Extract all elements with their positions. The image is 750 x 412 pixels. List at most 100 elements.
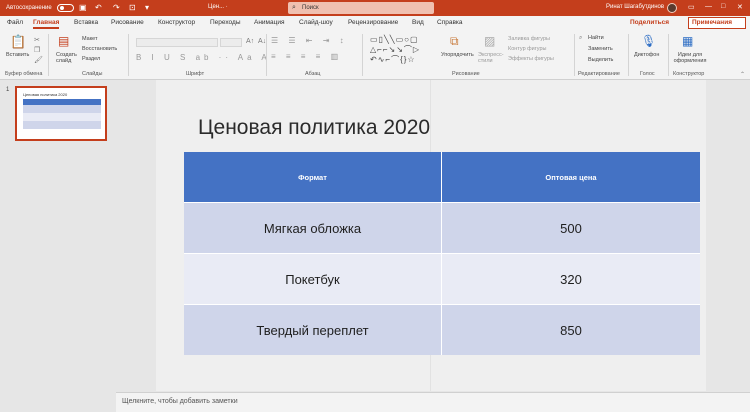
comments-button[interactable]: Примечания [688,17,746,29]
ribbon: 📋 Вставить ✂ ❐ 🖌 Буфер обмена ▤ Создать … [0,30,750,80]
tab-animations[interactable]: Анимация [254,19,285,26]
table-row: Твердый переплет 850 [184,304,700,355]
paragraph-group-label: Абзац [305,71,321,77]
quick-styles-icon[interactable]: ▨ [484,34,495,48]
font-size-decrease-icon[interactable]: A↓ [258,38,266,45]
designer-group-label: Конструктор [673,71,705,77]
thumbnail-table-row [23,113,101,121]
tab-review[interactable]: Рецензирование [348,19,398,26]
table-cell[interactable]: 850 [442,305,700,355]
slide-canvas[interactable]: Ценовая политика 2020 Формат Оптовая цен… [156,80,706,391]
font-name-field[interactable] [136,38,218,47]
clipboard-group-label: Буфер обмена [5,71,43,77]
font-size-field[interactable] [220,38,242,47]
present-icon[interactable]: ⊡ [129,3,136,12]
shape-effects-button[interactable]: Эффекты фигуры [508,56,554,62]
tab-transitions[interactable]: Переходы [210,19,241,26]
thumbnail-table-row [23,121,101,129]
collapse-ribbon-icon[interactable]: ⌃ [740,71,745,78]
paste-icon[interactable]: 📋 [10,34,26,50]
toggle-switch[interactable] [56,4,74,12]
notes-pane[interactable]: Щелкните, чтобы добавить заметки [116,392,750,412]
autosave-label: Автосохранение [6,5,52,11]
replace-button[interactable]: Заменить [588,46,613,52]
voice-group-label: Голос [640,71,655,77]
table-cell[interactable]: Мягкая обложка [184,203,442,253]
font-format-icons[interactable]: B I U S ab ·· Aa A [136,53,271,62]
list-icons[interactable]: ☰ ☰ ⇤ ⇥ ↕ [271,36,348,45]
slide-thumbnail[interactable]: Ценовая политика 2020 [15,86,107,141]
redo-icon[interactable]: ↷ [113,3,120,12]
dictate-button[interactable]: Диктофон [634,52,659,58]
user-name[interactable]: Ринат Шагабутдинов [606,4,664,10]
layout-button[interactable]: Макет [82,36,98,42]
slide-thumbnail-pane: 1 Ценовая политика 2020 [0,80,116,392]
close-icon[interactable]: ✕ [737,3,743,11]
customize-quick-access-icon[interactable]: ▾ [145,3,149,12]
shape-fill-button[interactable]: Заливка фигуры [508,36,550,42]
table-cell[interactable]: 500 [442,203,700,253]
tab-home[interactable]: Главная [33,19,60,29]
price-table[interactable]: Формат Оптовая цена Мягкая обложка 500 П… [184,152,700,355]
font-group-label: Шрифт [186,71,205,77]
ribbon-tabs: Файл Главная Вставка Рисование Конструкт… [0,16,750,30]
find-button[interactable]: Найти [588,35,604,41]
table-header-row: Формат Оптовая цена [184,152,700,202]
undo-icon[interactable]: ↶ [95,3,102,12]
table-cell[interactable]: Покетбук [184,254,442,304]
thumbnail-table-row [23,105,101,113]
share-button[interactable]: Поделиться [630,18,669,28]
search-box[interactable]: ⌕ Поиск [288,2,434,14]
paste-button[interactable]: Вставить [6,52,29,58]
table-header-cell[interactable]: Оптовая цена [442,152,700,202]
avatar[interactable] [667,3,677,13]
editing-group-label: Редактирование [578,71,620,77]
copy-icon[interactable]: ❐ [34,46,40,54]
ribbon-display-icon[interactable]: ▭ [688,3,695,11]
table-cell[interactable]: Твердый переплет [184,305,442,355]
slide-editor: Ценовая политика 2020 Формат Оптовая цен… [116,80,750,392]
find-icon: ⌕ [579,35,583,41]
design-ideas-icon[interactable]: ▦ [682,34,693,48]
microphone-icon[interactable]: 🎙 [641,34,656,48]
tab-design[interactable]: Конструктор [158,19,195,26]
shapes-gallery[interactable]: ▭▯╲╲▭○▢ △⌐⌐↘↘⌒▷ ↶∿⌐⌒{}☆ [370,35,434,65]
slide-title[interactable]: Ценовая политика 2020 [198,116,430,140]
slide-number: 1 [6,87,10,93]
document-name[interactable]: Цен... · [208,4,228,10]
thumbnail-title: Ценовая политика 2020 [23,92,68,97]
quick-styles-button[interactable]: Экспресс-стили [478,52,504,64]
tab-insert[interactable]: Вставка [74,19,98,26]
arrange-icon[interactable]: ⧉ [450,34,459,49]
maximize-icon[interactable]: □ [721,3,725,10]
table-header-cell[interactable]: Формат [184,152,442,202]
search-placeholder: Поиск [302,5,319,11]
title-bar: Автосохранение ▣ ↶ ↷ ⊡ ▾ Цен... · ⌕ Поис… [0,0,750,16]
save-icon[interactable]: ▣ [79,3,87,12]
autosave-toggle[interactable]: Автосохранение [6,4,74,12]
table-row: Покетбук 320 [184,253,700,304]
table-row: Мягкая обложка 500 [184,202,700,253]
shape-outline-button[interactable]: Контур фигуры [508,46,546,52]
section-button[interactable]: Раздел [82,56,100,62]
select-button[interactable]: Выделить [588,57,613,63]
tab-slideshow[interactable]: Слайд-шоу [299,19,333,26]
format-painter-icon[interactable]: 🖌 [34,56,43,64]
drawing-group-label: Рисование [452,71,480,77]
tab-file[interactable]: Файл [7,19,23,26]
new-slide-icon[interactable]: ▤ [58,34,69,48]
align-icons[interactable]: ≡ ≡ ≡ ≡ ▥ [271,52,342,61]
cut-icon[interactable]: ✂ [34,36,40,44]
tab-view[interactable]: Вид [412,19,424,26]
design-ideas-button[interactable]: Идеи для оформления [673,52,707,64]
notes-placeholder[interactable]: Щелкните, чтобы добавить заметки [122,398,238,405]
minimize-icon[interactable]: — [705,3,712,10]
tab-draw[interactable]: Рисование [111,19,144,26]
table-cell[interactable]: 320 [442,254,700,304]
slides-group-label: Слайды [82,71,103,77]
arrange-button[interactable]: Упорядочить [441,52,474,58]
reset-button[interactable]: Восстановить [82,46,117,52]
tab-help[interactable]: Справка [437,19,463,26]
new-slide-button[interactable]: Создать слайд [56,52,77,64]
font-size-increase-icon[interactable]: A↑ [246,38,254,45]
